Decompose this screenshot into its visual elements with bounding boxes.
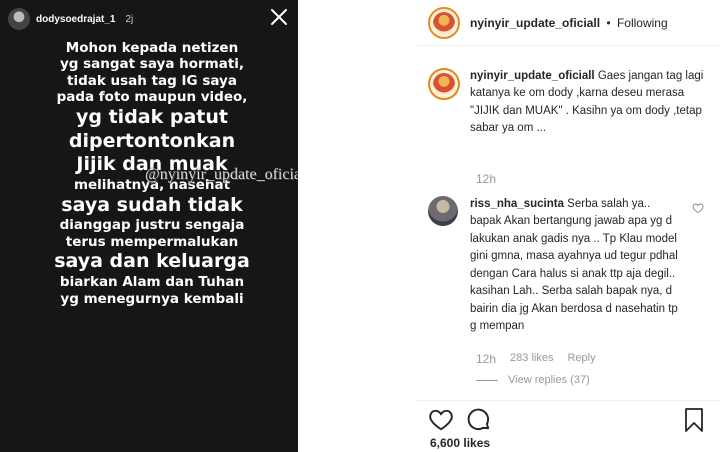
caption-author-avatar[interactable] (428, 68, 460, 100)
caption-body: nyinyir_update_oficiall Gaes jangan tag … (470, 68, 712, 138)
story-text-line: saya sudah tidak (61, 193, 243, 216)
view-replies-label: View replies (37) (508, 374, 590, 386)
post-author-avatar[interactable] (428, 6, 460, 39)
caption-time: 12h (476, 172, 497, 186)
story-text-line: Mohon kepada netizen (65, 40, 239, 56)
post-likes-count[interactable]: 6,600 likes (430, 436, 490, 450)
post-header: nyinyir_update_oficiall • Following (416, 0, 720, 46)
comment-icon[interactable] (466, 407, 492, 436)
reply-button[interactable]: Reply (567, 352, 595, 366)
comment-time: 12h (476, 352, 497, 366)
story-text-line: yg tidak patut (76, 105, 228, 128)
comment-text: Serba salah ya.. bapak Akan bertangung j… (470, 198, 678, 333)
story-text-line: biarkan Alam dan Tuhan (59, 274, 245, 291)
story-text-line: dipertontonkan (68, 129, 236, 152)
story-text-line: saya dan keluarga (54, 250, 250, 273)
commenter-username[interactable]: riss_nha_sucinta (470, 198, 564, 210)
bookmark-icon[interactable] (682, 407, 706, 436)
story-text-line: pada foto maupun video, (56, 89, 248, 106)
heart-icon[interactable] (428, 407, 454, 436)
app-root: dodysoedrajat_1 2j Mohon kepada netizen y… (0, 0, 720, 452)
story-panel: dodysoedrajat_1 2j Mohon kepada netizen y… (0, 0, 298, 452)
caption: nyinyir_update_oficiall Gaes jangan tag … (428, 68, 712, 138)
comment-body: riss_nha_sucinta Serba salah ya.. bapak … (470, 196, 680, 336)
story-text-line: yg menegurnya kembali (60, 290, 244, 307)
story-avatar[interactable] (8, 8, 30, 30)
post-author-username[interactable]: nyinyir_update_oficiall (470, 16, 600, 30)
story-text-line: yg sangat saya hormati, (59, 56, 245, 73)
story-time: 2j (125, 13, 134, 25)
post-side-panel: nyinyir_update_oficiall • Following nyin… (416, 0, 720, 452)
caption-username[interactable]: nyinyir_update_oficiall (470, 70, 595, 82)
view-replies-line (476, 379, 498, 381)
story-text-line: terus mempermalukan (65, 233, 239, 250)
story-text-line: dianggap justru sengaja (59, 217, 245, 234)
comment-item: riss_nha_sucinta Serba salah ya.. bapak … (428, 196, 718, 336)
close-icon[interactable] (270, 8, 290, 28)
story-text-line: tidak usah tag IG saya (67, 72, 237, 89)
following-button[interactable]: Following (617, 16, 668, 30)
header-separator: • (606, 15, 611, 30)
watermark-text: @nyinyir_update_oficiall (145, 166, 298, 183)
comment-like-heart-icon[interactable] (692, 202, 704, 217)
story-header: dodysoedrajat_1 2j (8, 8, 133, 30)
commenter-avatar[interactable] (428, 196, 458, 226)
comment-meta: 12h 283 likes Reply (476, 352, 596, 366)
comment-likes[interactable]: 283 likes (510, 352, 553, 366)
view-replies-button[interactable]: View replies (37) (476, 374, 590, 386)
story-username[interactable]: dodysoedrajat_1 (36, 14, 115, 25)
